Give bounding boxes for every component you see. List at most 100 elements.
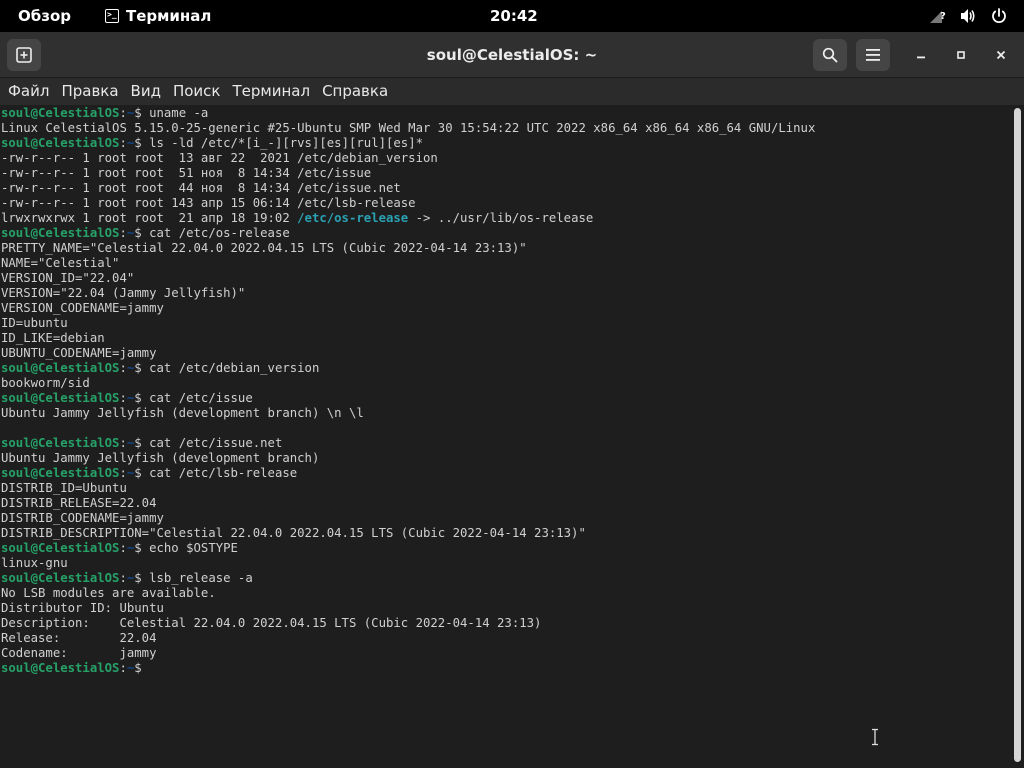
hamburger-menu-icon [866, 49, 880, 61]
new-tab-button[interactable] [7, 39, 41, 71]
power-icon[interactable] [990, 7, 1008, 25]
symlink-name: /etc/os-release [297, 211, 409, 225]
prompt-separator: : [119, 436, 127, 450]
command-line: soul@CelestialOS:~$ cat /etc/os-release [1, 226, 815, 241]
menu-view[interactable]: Вид [125, 78, 167, 105]
prompt-user-host: soul@CelestialOS [1, 661, 120, 675]
command-line: soul@CelestialOS:~$ cat /etc/debian_vers… [1, 361, 815, 376]
prompt-user-host: soul@CelestialOS [1, 226, 120, 240]
output-line: Distributor ID: Ubuntu [1, 601, 164, 615]
command-text: ls -ld /etc/*[i_-][rvs][es][rul][es]* [141, 136, 424, 150]
minimize-icon [917, 56, 925, 59]
output-line: ID_LIKE=debian [1, 331, 105, 345]
app-menu-button[interactable]: >_ Терминал [105, 0, 211, 32]
maximize-icon [957, 51, 965, 59]
output-line: -rw-r--r-- 1 root root 51 ноя 8 14:34 /e… [1, 166, 372, 180]
output-line: linux-gnu [1, 556, 68, 570]
prompt-dollar: $ [134, 226, 142, 240]
window-header: soul@CelestialOS: ~ [0, 32, 1024, 78]
svg-text:?: ? [940, 11, 946, 22]
symlink-target: -> ../usr/lib/os-release [408, 211, 594, 225]
output-text: lrwxrwxrwx 1 root root 21 апр 18 19:02 [1, 211, 298, 225]
system-tray[interactable]: ? [928, 0, 1008, 32]
output-line: -rw-r--r-- 1 root root 13 авг 22 2021 /e… [1, 151, 438, 165]
prompt-dollar: $ [134, 361, 142, 375]
menu-search[interactable]: Поиск [167, 78, 227, 105]
output-line: No LSB modules are available. [1, 586, 216, 600]
prompt-separator: : [119, 661, 127, 675]
clock[interactable]: 20:42 [490, 0, 538, 32]
prompt-user-host: soul@CelestialOS [1, 436, 120, 450]
prompt-separator: : [119, 226, 127, 240]
output-line: NAME="Celestial" [1, 256, 120, 270]
output-line: Ubuntu Jammy Jellyfish (development bran… [1, 406, 364, 420]
maximize-button[interactable] [950, 44, 972, 66]
command-line: soul@CelestialOS:~$ lsb_release -a [1, 571, 815, 586]
menu-bar: Файл Правка Вид Поиск Терминал Справка [0, 78, 1024, 105]
app-menu-label: Терминал [126, 7, 212, 25]
prompt-dollar: $ [134, 541, 142, 555]
prompt-separator: : [119, 361, 127, 375]
output-line: UBUNTU_CODENAME=jammy [1, 346, 157, 360]
output-line: DISTRIB_ID=Ubuntu [1, 481, 127, 495]
prompt-dollar: $ [134, 136, 142, 150]
search-icon [822, 47, 838, 63]
prompt-user-host: soul@CelestialOS [1, 106, 120, 120]
minimize-button[interactable] [910, 44, 932, 66]
output-line: Description: Celestial 22.04.0 2022.04.1… [1, 616, 542, 630]
close-icon [996, 50, 1006, 60]
command-text: lsb_release -a [141, 571, 253, 585]
command-line: soul@CelestialOS:~$ [1, 661, 815, 676]
prompt-separator: : [119, 106, 127, 120]
output-line: Codename: jammy [1, 646, 157, 660]
activities-button[interactable]: Обзор [18, 0, 71, 32]
output-line: VERSION="22.04 (Jammy Jellyfish)" [1, 286, 246, 300]
command-text: cat /etc/issue.net [141, 436, 283, 450]
new-tab-icon [16, 47, 32, 63]
prompt-dollar: $ [134, 391, 142, 405]
output-line: ID=ubuntu [1, 316, 68, 330]
top-bar: Обзор >_ Терминал 20:42 ? [0, 0, 1024, 32]
output-line: DISTRIB_CODENAME=jammy [1, 511, 164, 525]
prompt-user-host: soul@CelestialOS [1, 391, 120, 405]
network-question-icon[interactable]: ? [928, 7, 946, 25]
command-text: cat /etc/os-release [141, 226, 290, 240]
close-button[interactable] [990, 44, 1012, 66]
command-line: soul@CelestialOS:~$ cat /etc/issue.net [1, 436, 815, 451]
command-text: cat /etc/lsb-release [141, 466, 298, 480]
command-line: soul@CelestialOS:~$ echo $OSTYPE [1, 541, 815, 556]
output-line: Ubuntu Jammy Jellyfish (development bran… [1, 451, 320, 465]
prompt-dollar: $ [134, 106, 142, 120]
menu-edit[interactable]: Правка [55, 78, 124, 105]
output-line: DISTRIB_RELEASE=22.04 [1, 496, 157, 510]
prompt-user-host: soul@CelestialOS [1, 571, 120, 585]
terminal-lines: soul@CelestialOS:~$ uname -a Linux Celest… [1, 106, 815, 676]
prompt-dollar: $ [134, 661, 142, 675]
command-text: cat /etc/debian_version [141, 361, 320, 375]
command-text: echo $OSTYPE [141, 541, 238, 555]
prompt-separator: : [119, 391, 127, 405]
search-button[interactable] [813, 39, 847, 71]
terminal-app-icon: >_ [105, 9, 119, 23]
volume-icon[interactable] [959, 7, 977, 25]
output-line: VERSION_CODENAME=jammy [1, 301, 164, 315]
prompt-user-host: soul@CelestialOS [1, 466, 120, 480]
prompt-dollar: $ [134, 466, 142, 480]
menu-file[interactable]: Файл [2, 78, 55, 105]
output-line: DISTRIB_DESCRIPTION="Celestial 22.04.0 2… [1, 526, 586, 540]
command-text [142, 661, 149, 675]
main-menu-button[interactable] [856, 39, 890, 71]
prompt-separator: : [119, 541, 127, 555]
command-text: cat /etc/issue [141, 391, 253, 405]
terminal-output[interactable]: soul@CelestialOS:~$ uname -a Linux Celest… [0, 106, 1011, 768]
prompt-dollar: $ [134, 436, 142, 450]
scrollbar-thumb[interactable] [1014, 108, 1021, 762]
menu-terminal[interactable]: Терминал [226, 78, 316, 105]
prompt-user-host: soul@CelestialOS [1, 361, 120, 375]
menu-help[interactable]: Справка [316, 78, 394, 105]
text-cursor-icon [872, 728, 878, 746]
output-line: Linux CelestialOS 5.15.0-25-generic #25-… [1, 121, 816, 135]
terminal-scrollbar[interactable] [1011, 106, 1024, 768]
command-line: soul@CelestialOS:~$ cat /etc/issue [1, 391, 815, 406]
output-line: lrwxrwxrwx 1 root root 21 апр 18 19:02 /… [1, 211, 815, 226]
